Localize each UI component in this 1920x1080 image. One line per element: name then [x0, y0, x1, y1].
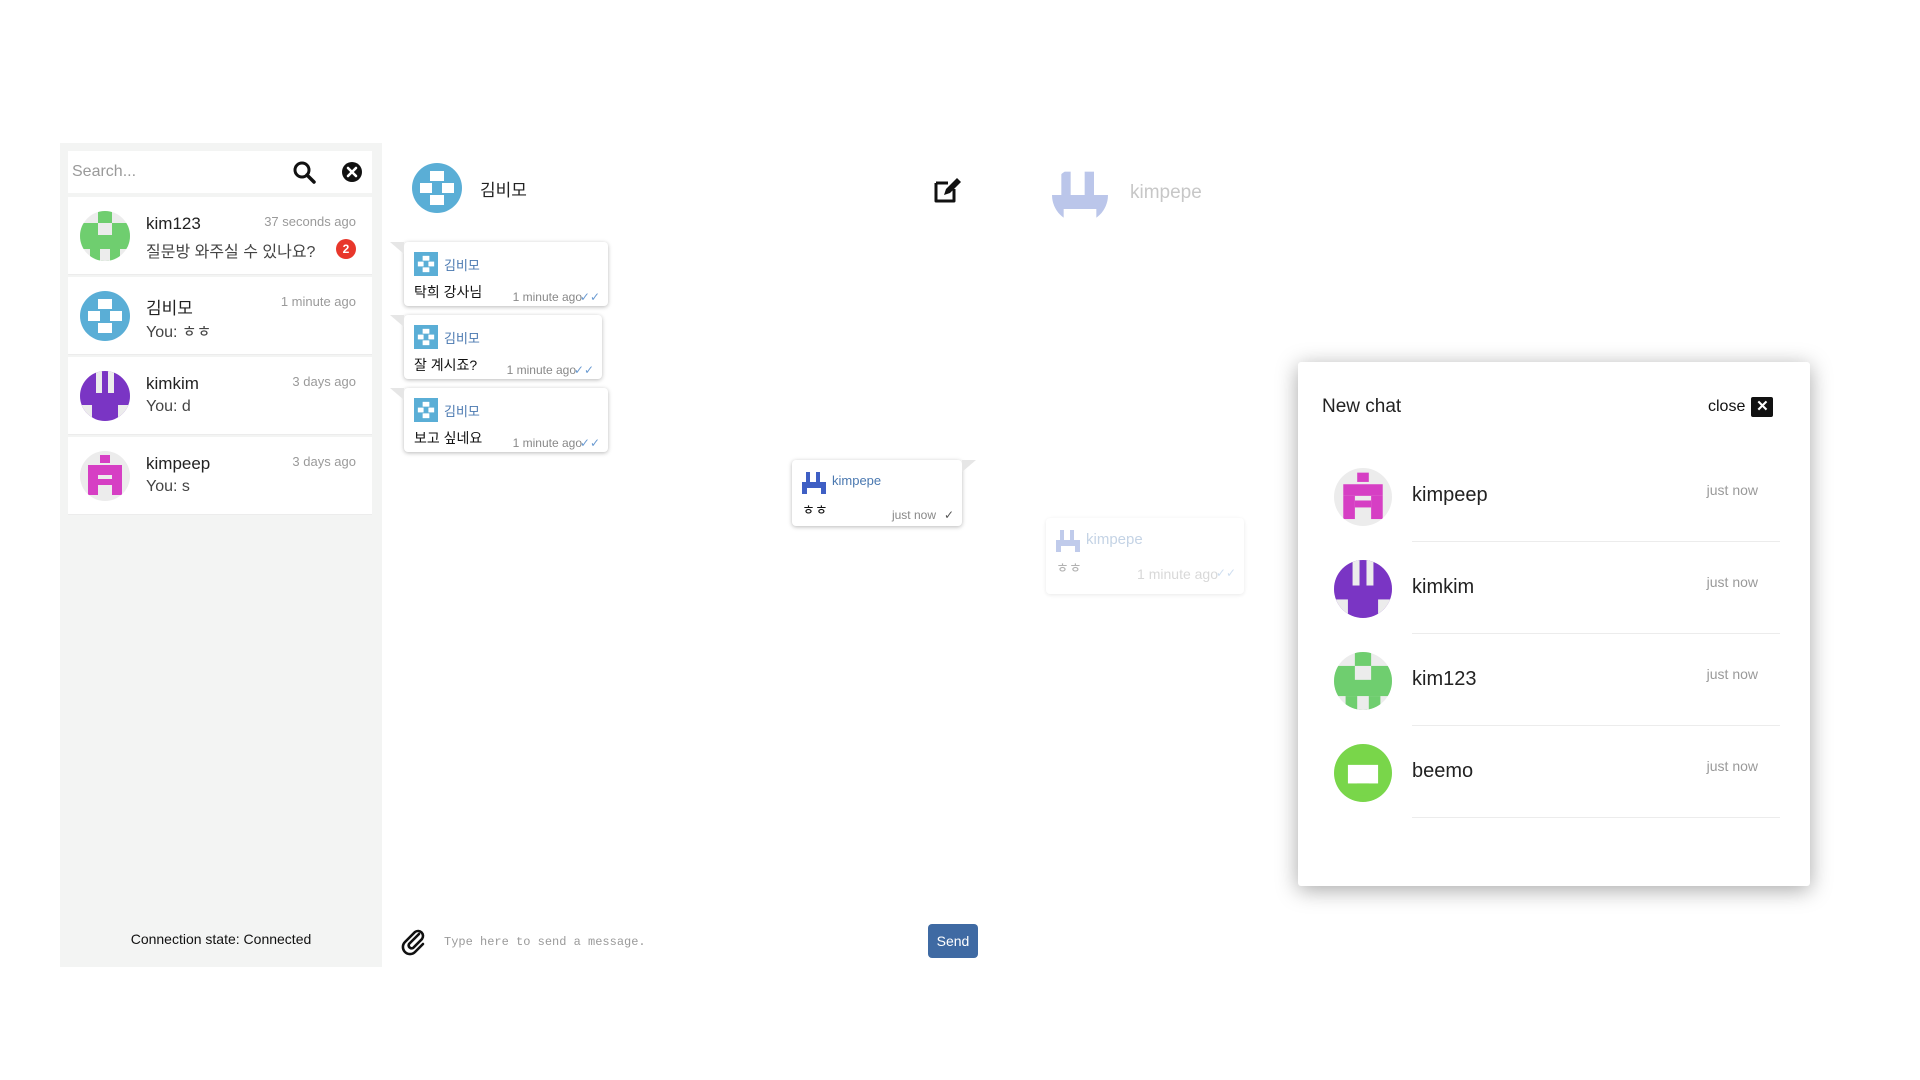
modal-title: New chat	[1322, 396, 1402, 417]
avatar	[1334, 560, 1392, 618]
sender-avatar	[414, 252, 438, 276]
avatar	[80, 451, 130, 501]
close-button[interactable]: close ✕	[1708, 396, 1774, 418]
message-time: 1 minute ago	[512, 436, 582, 450]
avatar	[80, 291, 130, 341]
contact-time: just now	[1706, 574, 1758, 590]
message-bubble: 김비모 보고 싶네요 1 minute ago ✓✓	[390, 388, 608, 452]
sender-avatar	[1056, 528, 1080, 552]
conversation-preview: You: ㅎㅎ	[146, 324, 212, 341]
message-text: ㅎㅎ	[1056, 560, 1082, 576]
ghost-avatar	[1052, 167, 1108, 223]
sender-avatar	[414, 325, 438, 349]
double-check-icon: ✓✓	[579, 436, 600, 450]
chat-avatar	[412, 163, 462, 213]
connection-state: Connection state: Connected	[130, 931, 312, 947]
message-bubble: 김비모 탁희 강사님 1 minute ago ✓✓	[390, 242, 608, 306]
message-input[interactable]	[444, 930, 904, 954]
new-chat-contact-kim123[interactable]: kim123 just now	[1334, 634, 1790, 726]
search-bar	[68, 151, 372, 193]
message-sender: 김비모	[444, 331, 480, 346]
contact-time: just now	[1706, 666, 1758, 682]
conversation-name: kimpeep	[146, 454, 211, 473]
conversation-time: 3 days ago	[292, 374, 356, 389]
close-label: close	[1708, 398, 1746, 415]
conversation-time: 1 minute ago	[280, 294, 356, 309]
sent-message-bubble: kimpepe ㅎㅎ just now ✓	[792, 460, 976, 526]
contact-name: kimkim	[1412, 576, 1475, 598]
avatar	[1334, 744, 1392, 802]
double-check-icon: ✓✓	[1215, 566, 1236, 580]
new-chat-contact-kimkim[interactable]: kimkim just now	[1334, 542, 1790, 634]
message-sender: kimpepe	[832, 473, 882, 488]
avatar	[1334, 652, 1392, 710]
contact-name: kimpeep	[1412, 484, 1488, 506]
close-icon: ✕	[1751, 397, 1774, 417]
conversation-sidebar: kim123 37 seconds ago 질문방 와주실 수 있나요? 2 김…	[60, 143, 382, 967]
search-input[interactable]	[72, 158, 282, 186]
sender-avatar	[414, 398, 438, 422]
message-bubble: 김비모 잘 계시죠? 1 minute ago ✓✓	[390, 315, 602, 379]
conversation-name: 김비모	[146, 299, 193, 318]
ghost-message-bubble: kimpepe ㅎㅎ 1 minute ago ✓✓	[1046, 518, 1244, 594]
send-button[interactable]: Send	[928, 924, 978, 958]
divider	[1412, 817, 1780, 818]
conversation-preview: You: d	[146, 398, 191, 415]
contact-name: beemo	[1412, 760, 1474, 782]
message-text: 잘 계시죠?	[414, 357, 478, 373]
clear-search-icon[interactable]	[340, 160, 364, 184]
message-time: just now	[891, 508, 936, 522]
conversation-item-kimpeep[interactable]: kimpeep 3 days ago You: s	[68, 437, 372, 515]
conversation-item-kim123[interactable]: kim123 37 seconds ago 질문방 와주실 수 있나요? 2	[68, 197, 372, 275]
search-icon[interactable]	[292, 160, 316, 184]
contact-time: just now	[1706, 758, 1758, 774]
new-chat-contact-kimpeep[interactable]: kimpeep just now	[1334, 450, 1790, 542]
compose-icon[interactable]	[932, 175, 962, 205]
conversation-time: 3 days ago	[292, 454, 356, 469]
message-sender: kimpepe	[1086, 531, 1143, 548]
message-time: 1 minute ago	[512, 290, 582, 304]
new-chat-modal: New chat close ✕ kimpeep just now kimkim…	[1298, 362, 1810, 886]
ghost-header-name: kimpepe	[1130, 182, 1202, 203]
avatar	[1334, 468, 1392, 526]
avatar	[80, 211, 130, 261]
message-sender: 김비모	[444, 258, 480, 273]
message-sender: 김비모	[444, 404, 480, 419]
attach-icon[interactable]	[400, 928, 428, 956]
conversation-item-kimbimo[interactable]: 김비모 1 minute ago You: ㅎㅎ	[68, 277, 372, 355]
conversation-time: 37 seconds ago	[264, 214, 356, 229]
unread-badge: 2	[336, 239, 356, 259]
avatar	[80, 371, 130, 421]
conversation-item-kimkim[interactable]: kimkim 3 days ago You: d	[68, 357, 372, 435]
contact-name: kim123	[1412, 668, 1477, 690]
conversation-preview: 질문방 와주실 수 있나요?	[146, 244, 316, 261]
conversation-name: kimkim	[146, 374, 199, 393]
contact-time: just now	[1706, 482, 1758, 498]
check-icon: ✓	[943, 508, 954, 522]
message-text: 보고 싶네요	[414, 430, 483, 446]
message-text: ㅎㅎ	[802, 502, 828, 518]
chat-title: 김비모	[480, 181, 527, 200]
new-chat-contact-beemo[interactable]: beemo just now	[1334, 726, 1790, 818]
message-text: 탁희 강사님	[414, 284, 483, 300]
double-check-icon: ✓✓	[573, 363, 594, 377]
sender-avatar	[802, 470, 826, 494]
conversation-preview: You: s	[146, 478, 190, 495]
message-time: 1 minute ago	[506, 363, 576, 377]
message-time: 1 minute ago	[1137, 566, 1218, 582]
double-check-icon: ✓✓	[579, 290, 600, 304]
conversation-name: kim123	[146, 214, 201, 233]
